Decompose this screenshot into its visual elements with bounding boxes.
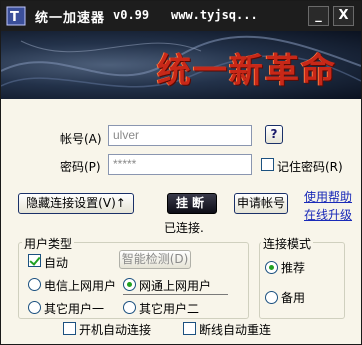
user-type-group-title: 用户类型 (22, 235, 75, 252)
svg-text:T: T (10, 10, 19, 25)
account-label: 帐号(A) (60, 132, 102, 146)
app-logo-icon: T (6, 6, 26, 26)
radio-backup-mode-label: 备用 (281, 291, 306, 305)
connect-mode-group (259, 242, 345, 319)
hangup-button[interactable]: 挂断 (167, 193, 217, 214)
radio-telecom-user[interactable] (28, 278, 41, 291)
radio-recommended-mode-label: 推荐 (281, 261, 306, 275)
radio-other-user-1-label: 其它用户一 (44, 302, 105, 316)
app-url: www.tyjsq... (171, 8, 258, 22)
app-version: v0.99 (113, 8, 150, 22)
radio-netcom-user[interactable] (123, 278, 136, 291)
close-button[interactable]: X (333, 6, 354, 26)
title-bar[interactable]: T 统一加速器 v0.99 www.tyjsq... _ X (1, 1, 361, 31)
banner-image: 统一新革命 (1, 31, 361, 99)
help-question-button[interactable]: ? (265, 125, 283, 144)
help-link[interactable]: 使用帮助 (304, 188, 352, 205)
smart-detect-button[interactable]: 智能检测(D) (119, 250, 191, 269)
radio-netcom-user-label: 网通上网用户 (139, 279, 212, 293)
connection-status: 已连接. (164, 221, 204, 235)
radio-other-user-2-label: 其它用户二 (139, 302, 200, 316)
auto-label: 自动 (44, 256, 69, 270)
radio-recommended-mode[interactable] (265, 261, 278, 274)
upgrade-link[interactable]: 在线升级 (304, 206, 352, 223)
password-label: 密码(P) (60, 160, 101, 174)
radio-other-user-1[interactable] (28, 301, 41, 314)
radio-backup-mode[interactable] (265, 291, 278, 304)
hide-connection-settings-button[interactable]: 隐藏连接设置(V)↑ (18, 193, 134, 214)
app-title: 统一加速器 (35, 11, 106, 26)
minimize-button[interactable]: _ (308, 6, 329, 26)
radio-other-user-2[interactable] (123, 301, 136, 314)
connect-mode-group-title: 连接模式 (261, 235, 314, 252)
radio-telecom-user-label: 电信上网用户 (44, 279, 117, 293)
banner-slogan: 统一新革命 (157, 51, 337, 91)
apply-account-button[interactable]: 申请帐号 (234, 193, 288, 214)
autostart-label: 开机自动连接 (79, 323, 152, 337)
auto-reconnect-checkbox[interactable] (183, 322, 196, 335)
selected-option-underline (123, 294, 228, 295)
account-input[interactable]: ulver (108, 125, 252, 146)
auto-reconnect-label: 断线自动重连 (199, 323, 272, 337)
password-input[interactable]: ***** (108, 154, 252, 175)
app-window: T 统一加速器 v0.99 www.tyjsq... _ X 统一新革命 帐号(… (0, 0, 362, 345)
remember-password-checkbox[interactable] (261, 158, 274, 171)
remember-password-label: 记住密码(R) (277, 160, 343, 174)
auto-checkbox[interactable] (28, 254, 41, 267)
autostart-checkbox[interactable] (63, 322, 76, 335)
